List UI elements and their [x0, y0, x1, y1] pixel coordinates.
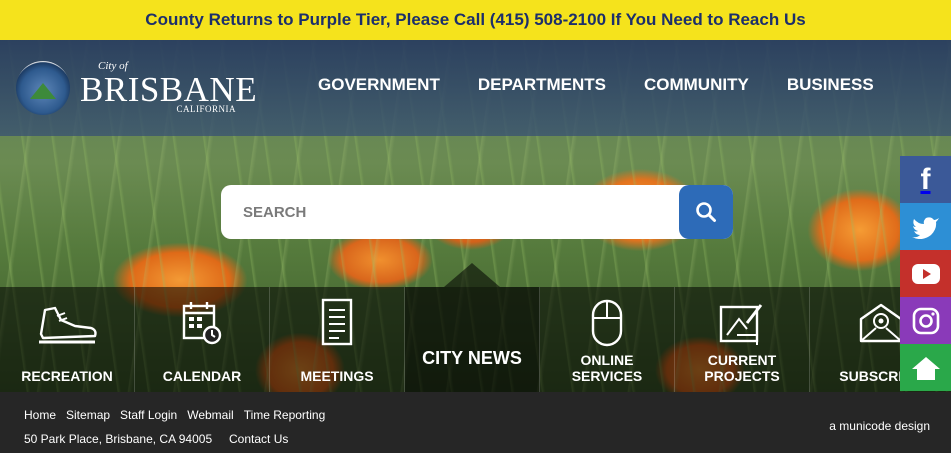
nav-item-business[interactable]: BUSINESS [787, 75, 874, 95]
footer-link-webmail[interactable]: Webmail [187, 408, 233, 422]
search-input[interactable] [221, 185, 661, 239]
sneaker-icon [39, 306, 97, 344]
tile-label: RECREATION [21, 368, 113, 384]
main-navigation: GOVERNMENT DEPARTMENTS COMMUNITY BUSINES… [318, 75, 912, 95]
youtube-icon [911, 263, 940, 284]
tile-label: CALENDAR [162, 368, 242, 384]
site-footer: Home Sitemap Staff Login Webmail Time Re… [0, 392, 951, 453]
logo-state: CALIFORNIA [176, 104, 236, 114]
nav-item-community[interactable]: COMMUNITY [644, 75, 749, 95]
logo-text: City of BRISBANE CALIFORNIA [80, 60, 257, 116]
youtube-link[interactable] [900, 250, 951, 297]
nav-item-departments[interactable]: DEPARTMENTS [478, 75, 606, 95]
tile-label: CURRENT PROJECTS [704, 352, 780, 384]
blueprint-icon [719, 304, 763, 345]
envelope-icon [859, 303, 902, 343]
tile-label: MEETINGS [300, 368, 374, 384]
footer-link-sitemap[interactable]: Sitemap [66, 408, 110, 422]
twitter-icon [911, 216, 939, 239]
tile-meetings[interactable]: MEETINGS [270, 287, 405, 392]
city-seal-icon [16, 61, 70, 115]
search-box [221, 185, 733, 239]
nav-item-government[interactable]: GOVERNMENT [318, 75, 440, 95]
search-icon [696, 202, 716, 222]
footer-contact-link[interactable]: Contact Us [229, 432, 288, 446]
footer-link-time-reporting[interactable]: Time Reporting [244, 408, 326, 422]
footer-link-home[interactable]: Home [24, 408, 56, 422]
search-button[interactable] [679, 185, 733, 239]
instagram-link[interactable] [900, 297, 951, 344]
tile-recreation[interactable]: RECREATION [0, 287, 135, 392]
alert-banner: County Returns to Purple Tier, Please Ca… [0, 0, 951, 40]
home-link[interactable] [900, 344, 951, 391]
tile-online-services[interactable]: ONLINE SERVICES [540, 287, 675, 392]
tile-current-projects[interactable]: CURRENT PROJECTS [675, 287, 810, 392]
site-logo[interactable]: City of BRISBANE CALIFORNIA [16, 60, 257, 116]
footer-links: Home Sitemap Staff Login Webmail Time Re… [24, 408, 335, 422]
footer-address: 50 Park Place, Brisbane, CA 94005 [24, 432, 213, 446]
site-header: City of BRISBANE CALIFORNIA GOVERNMENT D… [0, 40, 951, 136]
footer-link-staff-login[interactable]: Staff Login [120, 408, 177, 422]
footer-credit[interactable]: a municode design [829, 419, 930, 433]
social-sidebar: f [900, 156, 951, 391]
twitter-link[interactable] [900, 203, 951, 250]
home-icon [911, 356, 940, 380]
tile-label: CITY NEWS [422, 348, 522, 368]
facebook-icon: f [920, 162, 931, 196]
facebook-link[interactable]: f [900, 156, 951, 203]
tile-calendar[interactable]: CALENDAR [135, 287, 270, 392]
alert-text: County Returns to Purple Tier, Please Ca… [145, 10, 806, 29]
document-icon [321, 298, 353, 346]
mouse-icon [591, 299, 623, 347]
hero-banner: City of BRISBANE CALIFORNIA GOVERNMENT D… [0, 40, 951, 392]
tile-label: ONLINE SERVICES [571, 352, 643, 384]
instagram-icon [912, 307, 939, 334]
calendar-icon [182, 302, 222, 345]
quick-links: RECREATION CALENDAR MEETINGS CITY NEWS O… [0, 263, 951, 392]
tile-city-news[interactable]: CITY NEWS [405, 263, 540, 392]
